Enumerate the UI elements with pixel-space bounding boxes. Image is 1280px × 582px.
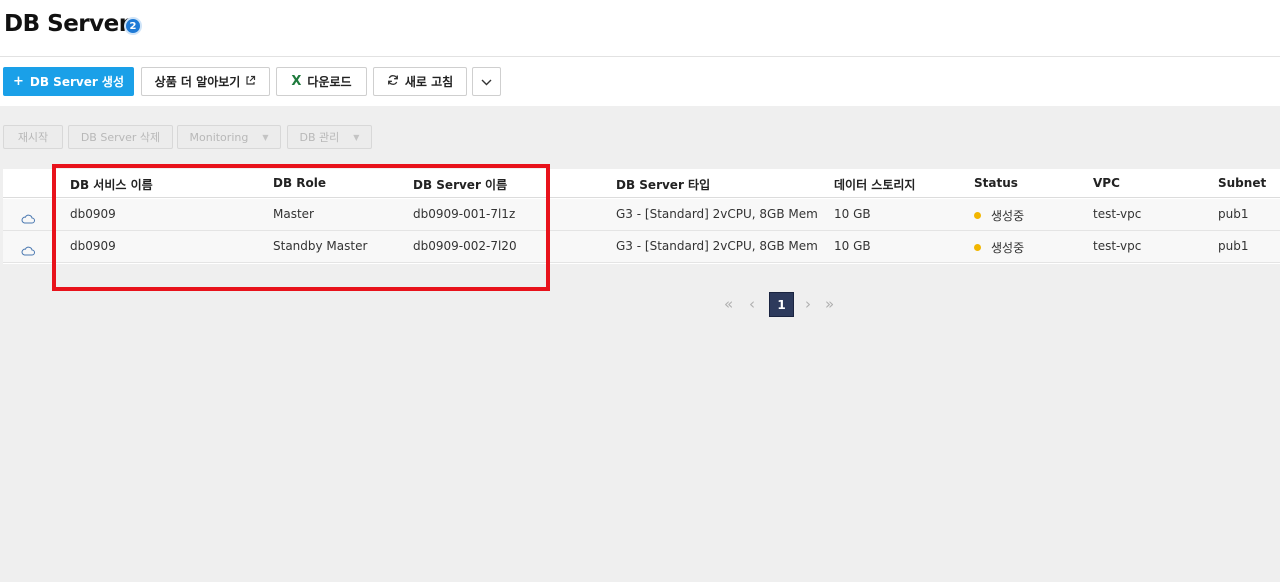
db-manage-dropdown[interactable]: DB 관리 ▼ xyxy=(287,125,372,149)
learn-more-label: 상품 더 알아보기 xyxy=(154,75,241,89)
column-header-subnet[interactable]: Subnet xyxy=(1218,176,1266,190)
excel-icon: X xyxy=(291,74,302,89)
server-type-cell: G3 - [Standard] 2vCPU, 8GB Mem xyxy=(616,239,818,253)
delete-db-server-label: DB Server 삭제 xyxy=(80,131,161,144)
create-db-server-button[interactable]: + DB Server 생성 xyxy=(3,67,134,96)
caret-down-icon: ▼ xyxy=(262,132,269,142)
storage-cell: 10 GB xyxy=(834,207,871,221)
last-page-icon[interactable]: » xyxy=(825,295,834,313)
status-text: 생성중 xyxy=(991,209,1025,223)
page-button-current[interactable]: 1 xyxy=(769,292,794,317)
chevron-down-icon xyxy=(481,75,492,89)
refresh-icon xyxy=(387,74,399,90)
prev-page-icon[interactable]: ‹ xyxy=(749,295,755,313)
vpc-cell: test-vpc xyxy=(1093,207,1142,221)
restart-label: 재시작 xyxy=(17,131,49,144)
refresh-label: 새로 고침 xyxy=(404,75,454,89)
status-cell: 생성중 xyxy=(974,207,1024,224)
monitoring-label: Monitoring xyxy=(189,130,249,144)
next-page-icon[interactable]: › xyxy=(805,295,811,313)
download-label: 다운로드 xyxy=(307,75,352,89)
highlight-box xyxy=(52,164,550,291)
db-manage-label: DB 관리 xyxy=(299,131,340,144)
status-text: 생성중 xyxy=(991,241,1025,255)
learn-more-button[interactable]: 상품 더 알아보기 xyxy=(141,67,270,96)
caret-down-icon: ▼ xyxy=(353,132,360,142)
create-db-server-label: DB Server 생성 xyxy=(29,75,125,89)
restart-button[interactable]: 재시작 xyxy=(3,125,63,149)
column-header-server-type[interactable]: DB Server 타입 xyxy=(616,176,710,193)
subnet-cell: pub1 xyxy=(1218,207,1249,221)
page-title: DB Server xyxy=(4,11,130,37)
column-header-vpc[interactable]: VPC xyxy=(1093,176,1120,190)
subnet-cell: pub1 xyxy=(1218,239,1249,253)
cloud-icon xyxy=(21,241,35,256)
column-header-storage[interactable]: 데이터 스토리지 xyxy=(834,176,915,193)
more-dropdown-button[interactable] xyxy=(472,67,501,96)
vpc-cell: test-vpc xyxy=(1093,239,1142,253)
storage-cell: 10 GB xyxy=(834,239,871,253)
external-link-icon xyxy=(245,75,256,89)
delete-db-server-button[interactable]: DB Server 삭제 xyxy=(68,125,173,149)
column-header-status[interactable]: Status xyxy=(974,176,1018,190)
download-button[interactable]: X 다운로드 xyxy=(276,67,367,96)
header-divider xyxy=(0,56,1280,57)
count-badge: 2 xyxy=(124,17,142,35)
page-header: DB Server 2 + DB Server 생성 상품 더 알아보기 X 다… xyxy=(0,0,1280,106)
plus-icon: + xyxy=(12,74,24,89)
refresh-button[interactable]: 새로 고침 xyxy=(373,67,467,96)
server-type-cell: G3 - [Standard] 2vCPU, 8GB Mem xyxy=(616,207,818,221)
status-cell: 생성중 xyxy=(974,239,1024,256)
monitoring-dropdown[interactable]: Monitoring ▼ xyxy=(177,125,281,149)
status-dot-icon xyxy=(974,212,981,219)
first-page-icon[interactable]: « xyxy=(724,295,733,313)
cloud-icon xyxy=(21,209,35,224)
status-dot-icon xyxy=(974,244,981,251)
